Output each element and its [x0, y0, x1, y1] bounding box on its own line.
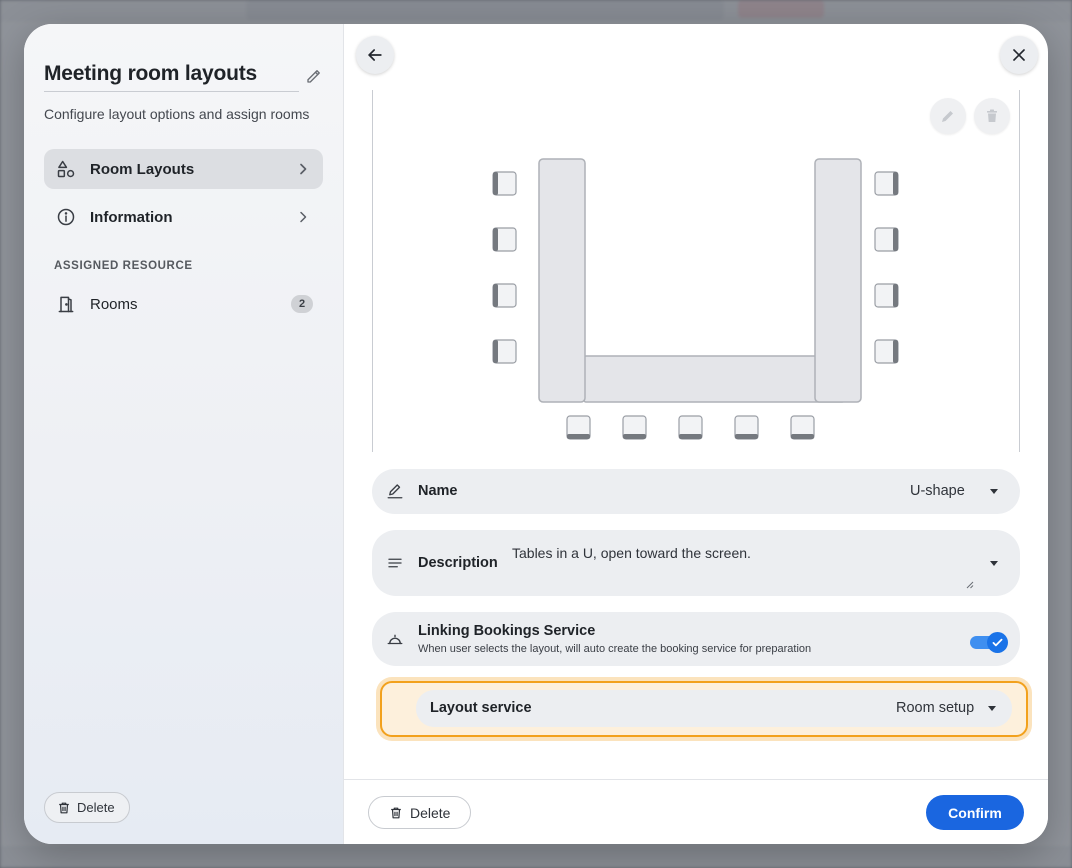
linking-description: When user selects the layout, will auto … — [418, 643, 812, 655]
name-field[interactable]: Name U-shape — [372, 469, 1020, 514]
chairs-right — [873, 171, 899, 364]
arrow-left-icon — [365, 45, 385, 65]
count-badge: 2 — [291, 295, 313, 313]
u-shape-layout-diagram — [491, 158, 899, 440]
linking-title: Linking Bookings Service — [418, 623, 596, 639]
layout-service-value: Room setup — [896, 700, 975, 716]
service-bell-icon — [386, 630, 404, 648]
caret-down-icon[interactable] — [988, 706, 996, 711]
shapes-icon — [56, 159, 76, 179]
chevron-right-icon — [295, 209, 311, 225]
layout-detail-panel: Name U-shape Description Tables in a U, … — [344, 24, 1048, 844]
sidebar-item-room-layouts[interactable]: Room Layouts — [44, 149, 323, 189]
description-textarea[interactable]: Tables in a U, open toward the screen. — [512, 545, 751, 561]
layout-settings-modal: Meeting room layouts Configure layout op… — [24, 24, 1048, 844]
back-button[interactable] — [356, 36, 394, 74]
name-value: U-shape — [910, 483, 965, 499]
description-label: Description — [418, 555, 498, 571]
chevron-right-icon — [295, 161, 311, 177]
description-field[interactable]: Description Tables in a U, open toward t… — [372, 530, 1020, 596]
sidebar-item-label: Rooms — [90, 295, 138, 313]
table-bottom — [582, 355, 845, 403]
delete-button[interactable]: Delete — [368, 796, 472, 829]
modal-subtitle: Configure layout options and assign room… — [44, 106, 310, 122]
pen-line-icon — [386, 482, 404, 500]
name-label: Name — [418, 483, 458, 499]
close-button[interactable] — [1000, 36, 1038, 74]
modal-title: Meeting room layouts — [44, 62, 258, 85]
sidebar-item-information[interactable]: Information — [44, 197, 323, 237]
sidebar-item-rooms[interactable]: Rooms 2 — [44, 284, 323, 324]
delete-label: Delete — [77, 800, 115, 815]
modal-sidebar: Meeting room layouts Configure layout op… — [24, 24, 344, 844]
info-icon — [56, 207, 76, 227]
close-icon — [1009, 45, 1029, 65]
table-left — [537, 158, 586, 403]
delete-label: Delete — [410, 804, 451, 821]
sidebar-item-label: Information — [90, 208, 173, 226]
chairs-bottom — [565, 415, 815, 440]
modal-footer: Delete Confirm — [344, 779, 1048, 844]
sidebar-item-label: Room Layouts — [90, 160, 195, 178]
section-label: ASSIGNED RESOURCE — [54, 260, 193, 272]
trash-icon — [389, 806, 403, 820]
layout-preview-canvas — [372, 90, 1020, 452]
table-right — [813, 158, 862, 403]
layout-service-highlight: Layout service Room setup — [380, 681, 1028, 737]
caret-down-icon[interactable] — [990, 561, 998, 566]
trash-icon — [57, 801, 71, 815]
sidebar-delete-button[interactable]: Delete — [44, 792, 130, 823]
confirm-button[interactable]: Confirm — [926, 795, 1024, 830]
caret-down-icon[interactable] — [990, 489, 998, 494]
check-icon — [987, 632, 1008, 653]
layout-service-label: Layout service — [430, 700, 532, 716]
resize-handle-icon[interactable] — [964, 576, 974, 589]
chairs-left — [491, 171, 517, 364]
title-field[interactable]: Meeting room layouts — [44, 60, 299, 92]
linking-toggle[interactable] — [970, 632, 1008, 653]
edit-title-icon[interactable] — [305, 67, 323, 85]
linking-bookings-field: Linking Bookings Service When user selec… — [372, 612, 1020, 666]
layout-service-select[interactable]: Layout service Room setup — [416, 690, 1012, 727]
lines-icon — [386, 554, 404, 572]
door-icon — [56, 294, 76, 314]
